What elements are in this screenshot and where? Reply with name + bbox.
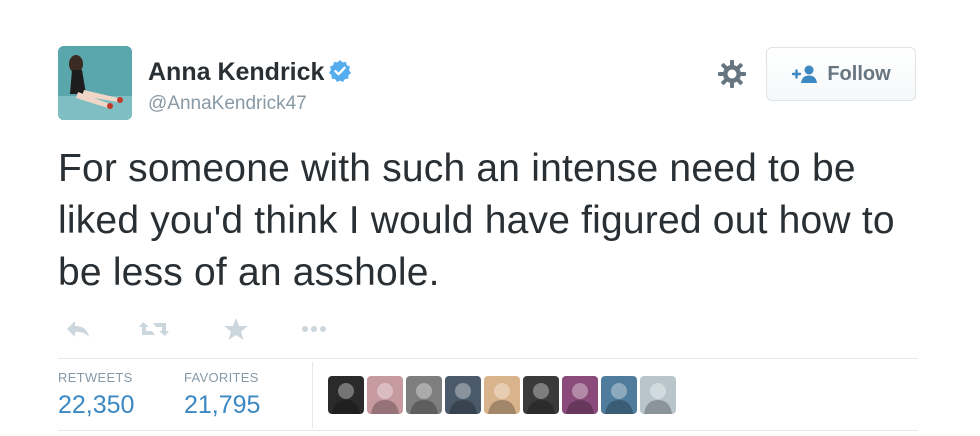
retweet-button[interactable] (134, 312, 174, 346)
user-name-text[interactable]: Anna Kendrick (148, 58, 324, 86)
favoriter-avatar[interactable] (523, 376, 559, 414)
follow-button[interactable]: Follow (766, 47, 916, 101)
favoriter-avatar[interactable] (484, 376, 520, 414)
user-name[interactable]: Anna Kendrick (148, 58, 352, 87)
more-button[interactable] (294, 312, 334, 346)
add-user-icon (792, 65, 818, 83)
favorites-count[interactable]: 21,795 (184, 391, 260, 420)
favoriter-avatar[interactable] (367, 376, 403, 414)
divider-bottom (58, 430, 918, 431)
favoriter-avatar[interactable] (640, 376, 676, 414)
favorite-icon (224, 318, 248, 340)
tweet-text: For someone with such an intense need to… (58, 147, 895, 294)
gear-icon[interactable] (716, 58, 748, 90)
more-icon (302, 326, 326, 332)
verified-badge-icon (329, 60, 352, 82)
favorite-button[interactable] (216, 312, 256, 346)
stats-separator (312, 362, 313, 428)
retweets-label: RETWEETS (58, 370, 133, 385)
avatar[interactable] (58, 46, 132, 120)
favoriter-avatar[interactable] (601, 376, 637, 414)
favoriter-avatar[interactable] (328, 376, 364, 414)
divider-top (58, 358, 918, 359)
favorites-label: FAVORITES (184, 370, 259, 385)
avatar-image (58, 46, 132, 120)
retweets-stat[interactable]: RETWEETS 22,350 (58, 370, 134, 420)
favoriter-avatar[interactable] (445, 376, 481, 414)
favoriter-avatar[interactable] (562, 376, 598, 414)
favorites-stat[interactable]: FAVORITES 21,795 (184, 370, 260, 420)
user-handle[interactable]: @AnnaKendrick47 (148, 93, 307, 115)
favoriters-avatars (328, 376, 676, 414)
tweet-card: Anna Kendrick @AnnaKendrick47 Follow For… (0, 0, 980, 436)
favoriter-avatar[interactable] (406, 376, 442, 414)
follow-button-label: Follow (827, 62, 891, 85)
retweet-icon (139, 322, 169, 336)
reply-button[interactable] (58, 312, 98, 346)
reply-icon (67, 321, 89, 337)
retweets-count[interactable]: 22,350 (58, 391, 134, 420)
